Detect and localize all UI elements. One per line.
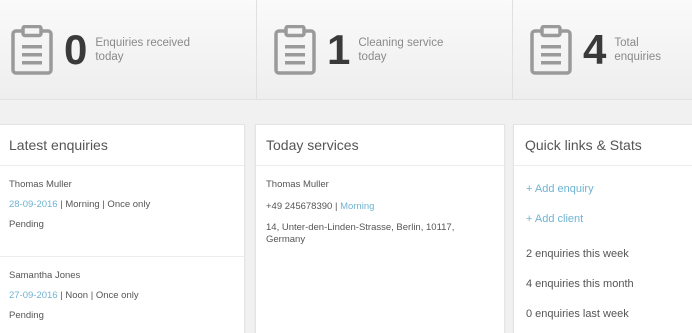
quick-links: + Add enquiry + Add client 2 enquiries t… [514,166,692,322]
latest-enquiries-panel: Latest enquiries Thomas Muller 28-09-201… [0,124,245,333]
stats-bar: 0 Enquiries received today 1 Cleaning se… [0,0,692,100]
clipboard-icon [11,25,53,75]
list-item[interactable]: Thomas Muller 28-09-2016 | Morning | Onc… [0,166,244,256]
panel-title: Latest enquiries [0,125,244,166]
list-item[interactable]: Samantha Jones 27-09-2016 | Noon | Once … [0,256,244,333]
service-time[interactable]: Morning [340,201,374,212]
stat-total-enquiries: 4 Total enquiries [512,0,692,100]
enquiry-details: | Noon | Once only [57,290,139,301]
clipboard-icon [274,25,316,75]
add-enquiry-link[interactable]: + Add enquiry [526,182,690,197]
stat-number: 4 [583,26,607,73]
list-item[interactable]: Thomas Muller +49 245678390 | Morning 14… [256,166,504,246]
stat-label: Enquiries received today [95,37,190,63]
service-name: Thomas Muller [266,179,329,190]
quick-links-panel: Quick links & Stats + Add enquiry + Add … [513,124,692,333]
clipboard-icon [530,25,572,75]
enquiry-status: Pending [9,310,44,321]
stat-number: 0 [64,26,88,73]
stat-enquiries-today: 0 Enquiries received today [0,0,256,100]
enquiry-date[interactable]: 28-09-2016 [9,199,58,210]
today-services-panel: Today services Thomas Muller +49 2456783… [255,124,505,333]
add-client-link[interactable]: + Add client [526,212,690,227]
stat-label: Cleaning service today [358,37,444,63]
enquiry-date[interactable]: 27-09-2016 [9,290,58,301]
enquiries-week-stat: 2 enquiries this week [526,248,629,260]
stat-cleaning-today: 1 Cleaning service today [256,0,512,100]
enquiry-name: Samantha Jones [9,270,81,281]
service-address: 14, Unter-den-Linden-Strasse, Berlin, 10… [266,222,455,245]
panel-title: Today services [256,125,504,166]
panel-title: Quick links & Stats [514,125,692,166]
service-contact: +49 245678390 | Morning [266,200,494,214]
enquiry-schedule: 27-09-2016 | Noon | Once only [9,289,234,309]
stat-label: Total enquiries [614,37,662,63]
enquiry-details: | Morning | Once only [57,199,151,210]
stat-number: 1 [327,26,351,73]
enquiry-status: Pending [9,219,44,230]
service-phone: +49 245678390 | [266,201,341,212]
enquiry-name: Thomas Muller [9,179,72,190]
enquiries-month-stat: 4 enquiries this month [526,278,634,290]
enquiry-schedule: 28-09-2016 | Morning | Once only [9,198,234,218]
enquiries-last-week-stat: 0 enquiries last week [526,308,629,320]
